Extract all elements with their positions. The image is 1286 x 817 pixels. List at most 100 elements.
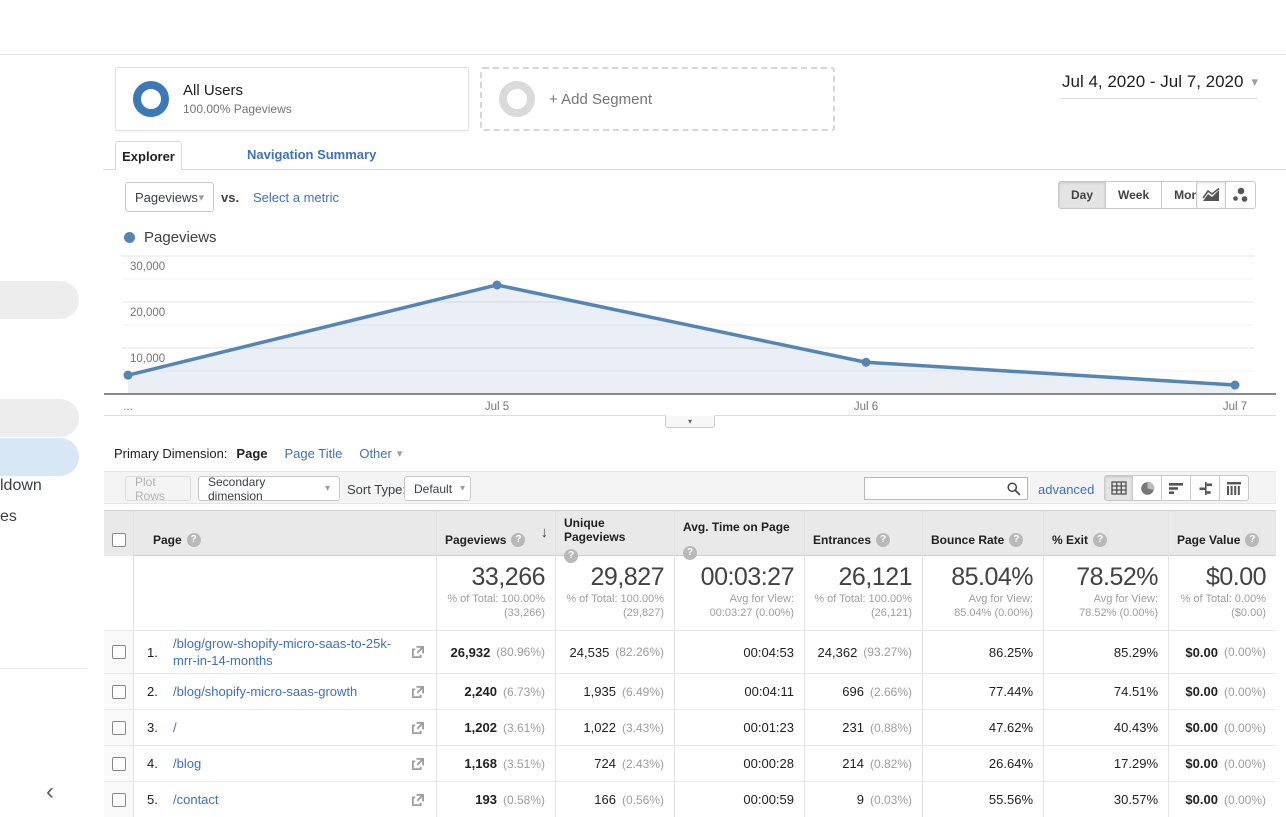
date-range-selector[interactable]: Jul 4, 2020 - Jul 7, 2020 ▾ [1060, 66, 1258, 99]
secondary-dimension-dropdown[interactable]: Secondary dimension ▾ [198, 476, 340, 501]
percentage-view-button[interactable] [1133, 475, 1162, 501]
sort-type-dropdown[interactable]: Default ▾ [404, 476, 471, 501]
help-icon[interactable]: ? [511, 533, 525, 547]
performance-view-button[interactable] [1162, 475, 1191, 501]
plot-rows-button[interactable]: Plot Rows [125, 476, 191, 501]
granularity-week-button[interactable]: Week [1106, 181, 1162, 209]
unique-pageviews-pct: (6.49%) [622, 685, 664, 699]
chart-legend: Pageviews [124, 229, 217, 246]
unique-pageviews-value: 724 [594, 756, 616, 771]
page-link[interactable]: /contact [173, 791, 219, 808]
google-analytics-page: All accounts › Preetam Nath All Web Site… [0, 0, 1286, 817]
advanced-search-link[interactable]: advanced [1038, 482, 1094, 497]
entrances-pct: (0.88%) [870, 721, 912, 735]
table-view-switcher [1104, 475, 1249, 501]
avg-time-value: 00:00:28 [743, 756, 794, 771]
tab-navigation-summary[interactable]: Navigation Summary [247, 147, 376, 162]
collapse-sidebar-icon[interactable]: ‹ [46, 780, 54, 804]
sidebar-pill-1[interactable] [0, 281, 79, 319]
metric-selector-dropdown[interactable]: Pageviews ▾ [125, 182, 214, 212]
bounce-rate-value: 86.25% [989, 645, 1033, 660]
row-checkbox[interactable] [112, 793, 126, 807]
segment-title: All Users [183, 82, 292, 99]
open-page-icon[interactable] [411, 793, 425, 812]
sidebar-pill-active[interactable] [0, 438, 79, 476]
page-value-pct: (0.00%) [1224, 721, 1266, 735]
open-page-icon[interactable] [411, 721, 425, 740]
sidebar-item-fragment-pages[interactable]: es [0, 508, 17, 526]
scatter-mode-button[interactable] [1226, 181, 1256, 209]
page-value-pct: (0.00%) [1224, 645, 1266, 659]
page-link[interactable]: /blog [173, 755, 201, 772]
vs-label: vs. [221, 190, 239, 205]
select-all-checkbox[interactable] [112, 533, 126, 547]
row-number: 3. [147, 720, 173, 735]
svg-text:Jul 5: Jul 5 [485, 401, 509, 413]
entrances-value: 696 [842, 684, 864, 699]
svg-text:30,000: 30,000 [130, 261, 165, 273]
table-row: 3./ 1,202(3.61%) 1,022(3.43%) 00:01:23 2… [104, 709, 1276, 745]
unique-pageviews-pct: (3.43%) [622, 721, 664, 735]
entrances-value: 214 [842, 756, 864, 771]
bars-icon [1169, 482, 1184, 495]
line-chart-mode-button[interactable] [1196, 181, 1226, 209]
summary-pageviews: 33,266% of Total: 100.00%(33,266) [436, 556, 555, 630]
entrances-value: 231 [842, 720, 864, 735]
table-search-button[interactable] [999, 477, 1028, 500]
row-checkbox[interactable] [112, 645, 126, 659]
pivot-view-button[interactable] [1220, 475, 1249, 501]
tab-explorer[interactable]: Explorer [115, 141, 182, 170]
help-icon[interactable]: ? [876, 533, 890, 547]
segment-all-users[interactable]: All Users 100.00% Pageviews [115, 67, 469, 131]
row-checkbox[interactable] [112, 685, 126, 699]
page-link[interactable]: /blog/grow-shopify-micro-saas-to-25k-mrr… [173, 635, 402, 669]
row-number: 1. [147, 645, 173, 660]
sidebar-pill-2[interactable] [0, 399, 79, 437]
bounce-rate-value: 77.44% [989, 684, 1033, 699]
help-icon[interactable]: ? [1009, 533, 1023, 547]
chart-expander-handle[interactable]: ▾ [665, 415, 715, 428]
sidebar-item-fragment-drilldown[interactable]: ldown [0, 477, 42, 495]
add-segment-button[interactable]: + Add Segment [480, 67, 835, 131]
comparison-view-button[interactable] [1191, 475, 1220, 501]
data-table-view-button[interactable] [1104, 475, 1133, 501]
dimension-other[interactable]: Other [359, 446, 392, 461]
open-page-icon[interactable] [411, 685, 425, 704]
help-icon[interactable]: ? [1245, 533, 1259, 547]
svg-text:Jul 6: Jul 6 [854, 401, 878, 413]
chevron-down-icon: ▾ [325, 483, 330, 494]
help-icon[interactable]: ? [187, 533, 201, 547]
open-page-icon[interactable] [411, 757, 425, 776]
bounce-rate-value: 26.64% [989, 756, 1033, 771]
row-checkbox[interactable] [112, 721, 126, 735]
unique-pageviews-value: 1,022 [583, 720, 616, 735]
summary-percent-exit: 78.52%Avg for View:78.52% (0.00%) [1043, 556, 1168, 630]
row-checkbox[interactable] [112, 757, 126, 771]
svg-text:Jul 7: Jul 7 [1223, 401, 1247, 413]
dimension-page[interactable]: Page [236, 446, 267, 461]
pageviews-value: 2,240 [464, 684, 497, 699]
page-link[interactable]: / [173, 719, 177, 736]
dimension-page-title[interactable]: Page Title [285, 446, 343, 461]
metric-selector-value: Pageviews [135, 190, 198, 205]
percent-exit-value: 30.57% [1114, 792, 1158, 807]
svg-text:20,000: 20,000 [130, 307, 165, 319]
page-value-pct: (0.00%) [1224, 793, 1266, 807]
scatter-icon [1232, 187, 1249, 203]
table-toolbar: Plot Rows Secondary dimension ▾ Sort Typ… [104, 471, 1276, 504]
tabs-divider [103, 169, 1286, 170]
table-search-input[interactable] [864, 477, 1000, 500]
segment-subtitle: 100.00% Pageviews [183, 102, 292, 116]
help-icon[interactable]: ? [1093, 533, 1107, 547]
chart-mode-toggle [1196, 181, 1256, 209]
table-row: 5./contact 193(0.58%) 166(0.56%) 00:00:5… [104, 781, 1276, 817]
row-number: 5. [147, 792, 173, 807]
granularity-day-button[interactable]: Day [1058, 181, 1106, 209]
legend-dot-icon [124, 232, 135, 243]
open-page-icon[interactable] [411, 645, 425, 664]
chevron-down-icon: ▾ [688, 417, 692, 426]
pageviews-value: 1,202 [464, 720, 497, 735]
pageviews-area-chart[interactable]: 10,00020,00030,000...Jul 5Jul 6Jul 7 [104, 253, 1276, 415]
page-link[interactable]: /blog/shopify-micro-saas-growth [173, 683, 357, 700]
select-metric-link[interactable]: Select a metric [253, 190, 339, 205]
